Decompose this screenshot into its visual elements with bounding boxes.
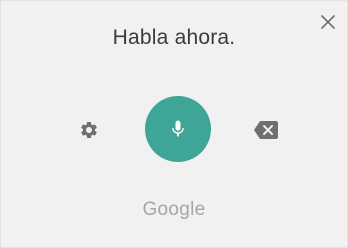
backspace-button[interactable] [253, 120, 279, 140]
settings-button[interactable] [77, 118, 101, 142]
speak-now-prompt: Habla ahora. [112, 26, 236, 49]
backspace-icon [254, 121, 278, 139]
microphone-button[interactable] [145, 96, 211, 162]
microphone-icon [172, 120, 184, 137]
voice-input-dialog: Habla ahora. Google [0, 0, 348, 248]
google-brand-label: Google [142, 199, 206, 220]
voice-controls [1, 96, 347, 162]
gear-icon [81, 122, 97, 138]
